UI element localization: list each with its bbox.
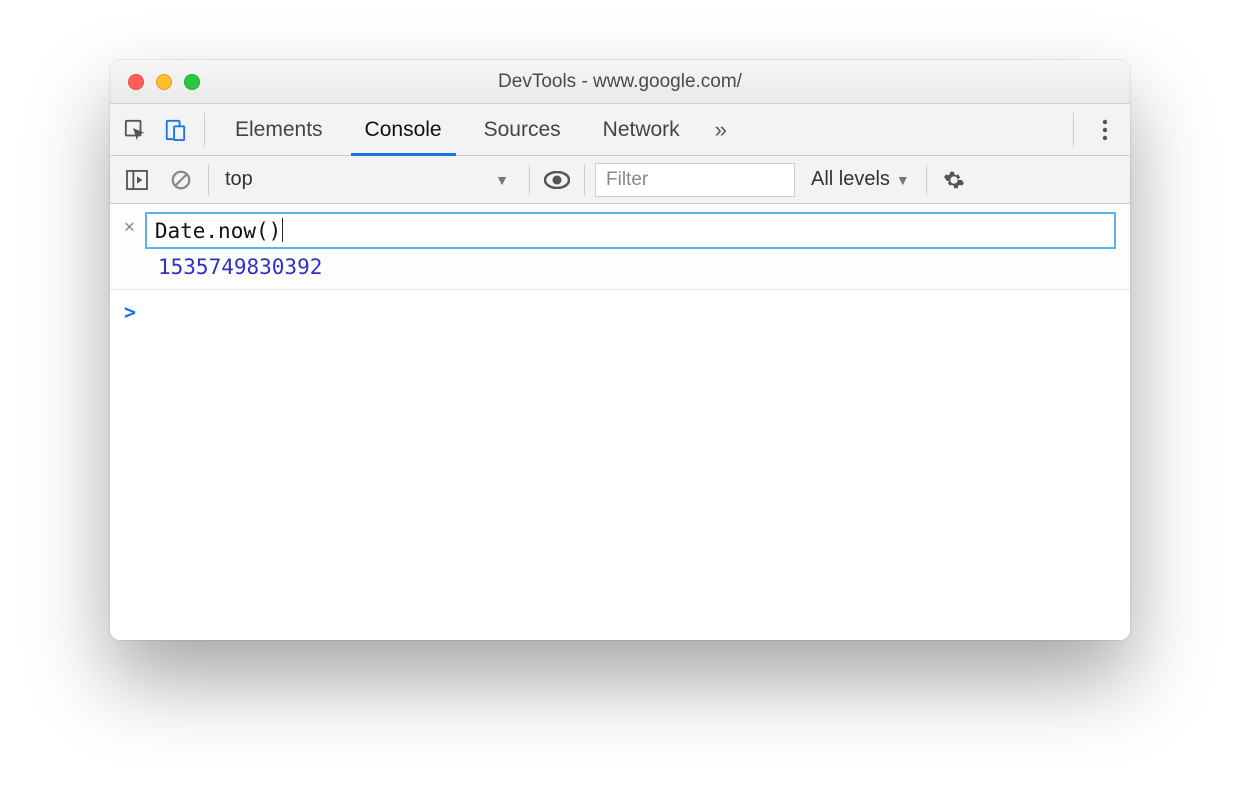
devtools-tabstrip: Elements Console Sources Network » [110,104,1130,156]
minimize-window-button[interactable] [156,74,172,90]
maximize-window-button[interactable] [184,74,200,90]
close-icon[interactable]: ✕ [124,218,135,236]
prompt-chevron-icon: > [124,300,136,324]
divider [208,165,209,195]
console-output[interactable]: ✕ Date.now() 1535749830392 > [110,204,1130,640]
tab-elements[interactable]: Elements [217,104,341,155]
console-entry: ✕ Date.now() 1535749830392 [110,204,1130,290]
toggle-sidebar-icon[interactable] [120,163,154,197]
devtools-window: DevTools - www.google.com/ Elements Cons… [110,60,1130,640]
execution-context-selector[interactable]: top ▼ [219,168,519,191]
divider [529,165,530,195]
levels-label: All levels [811,168,890,191]
inspect-element-icon[interactable] [118,113,152,147]
console-prompt-row[interactable]: > [110,290,1130,334]
close-window-button[interactable] [128,74,144,90]
clear-console-icon[interactable] [164,163,198,197]
chevron-down-icon: ▼ [495,172,509,188]
divider [204,113,205,147]
expression-result: 1535749830392 [110,253,1130,289]
filter-input[interactable] [595,163,795,197]
tab-label: Network [603,118,680,142]
kebab-menu-icon[interactable] [1088,113,1122,147]
device-toolbar-icon[interactable] [158,113,192,147]
tabs-overflow-button[interactable]: » [704,113,738,147]
context-label: top [225,168,253,191]
console-settings-icon[interactable] [937,163,971,197]
expression-row: ✕ Date.now() [110,204,1130,253]
expression-text: Date.now() [155,219,281,243]
chevron-down-icon: ▼ [896,172,910,188]
divider [584,165,585,195]
tab-sources[interactable]: Sources [466,104,579,155]
tab-label: Elements [235,118,323,142]
expression-editor[interactable]: Date.now() [145,212,1116,249]
divider [926,165,927,195]
divider [1073,113,1074,147]
console-filterbar: top ▼ All levels ▼ [110,156,1130,204]
window-titlebar: DevTools - www.google.com/ [110,60,1130,104]
overflow-glyph: » [715,117,727,143]
traffic-lights [110,74,200,90]
text-caret [282,218,283,242]
live-expression-icon[interactable] [540,163,574,197]
tab-network[interactable]: Network [585,104,698,155]
tab-label: Console [365,118,442,142]
tab-label: Sources [484,118,561,142]
window-title: DevTools - www.google.com/ [110,71,1130,93]
tab-console[interactable]: Console [347,104,460,155]
log-levels-selector[interactable]: All levels ▼ [805,168,916,191]
